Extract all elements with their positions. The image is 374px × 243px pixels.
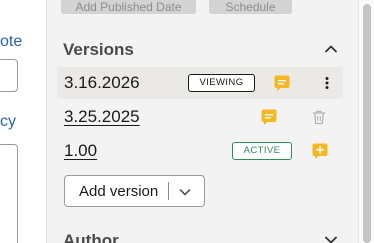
version-label[interactable]: 3.16.2026 [64,73,140,93]
more-vertical-icon[interactable] [319,75,335,91]
schedule-button[interactable]: Schedule [209,0,292,14]
scrollbar-thumb[interactable] [363,4,371,243]
version-row-selected[interactable]: 3.16.2026 VIEWING [57,67,343,99]
add-comment-icon[interactable] [312,143,328,159]
chevron-up-icon[interactable] [324,42,338,56]
add-version-button[interactable]: Add version [64,175,205,207]
author-section-title: Author [63,231,119,243]
policy-field-label: cy [0,113,16,130]
policy-textarea[interactable] [0,144,18,243]
add-version-label: Add version [79,183,159,200]
version-link[interactable]: 3.25.2025 [64,107,140,127]
version-row[interactable]: 3.25.2025 [57,101,343,133]
chevron-down-icon[interactable] [178,185,192,199]
add-published-date-button[interactable]: Add Published Date [61,0,196,14]
note-field-label: ote [0,33,23,50]
comment-icon[interactable] [261,109,277,125]
button-divider [168,182,169,200]
version-link[interactable]: 1.00 [64,141,97,161]
right-sidebar: Add Published Date Schedule Versions 3.1… [46,0,358,243]
active-badge: ACTIVE [232,142,292,160]
editor-screen: ote cy Add Published Date Schedule Versi… [0,0,374,243]
versions-section-title: Versions [63,40,134,59]
viewing-badge: VIEWING [188,74,255,92]
comment-icon[interactable] [274,75,290,91]
note-input[interactable] [0,59,18,92]
sidebar-scrollbar[interactable] [358,0,374,243]
editor-main-column: ote cy [0,0,46,243]
version-row[interactable]: 1.00 ACTIVE [57,135,343,167]
chevron-down-icon[interactable] [324,233,338,243]
trash-icon[interactable] [311,109,327,125]
